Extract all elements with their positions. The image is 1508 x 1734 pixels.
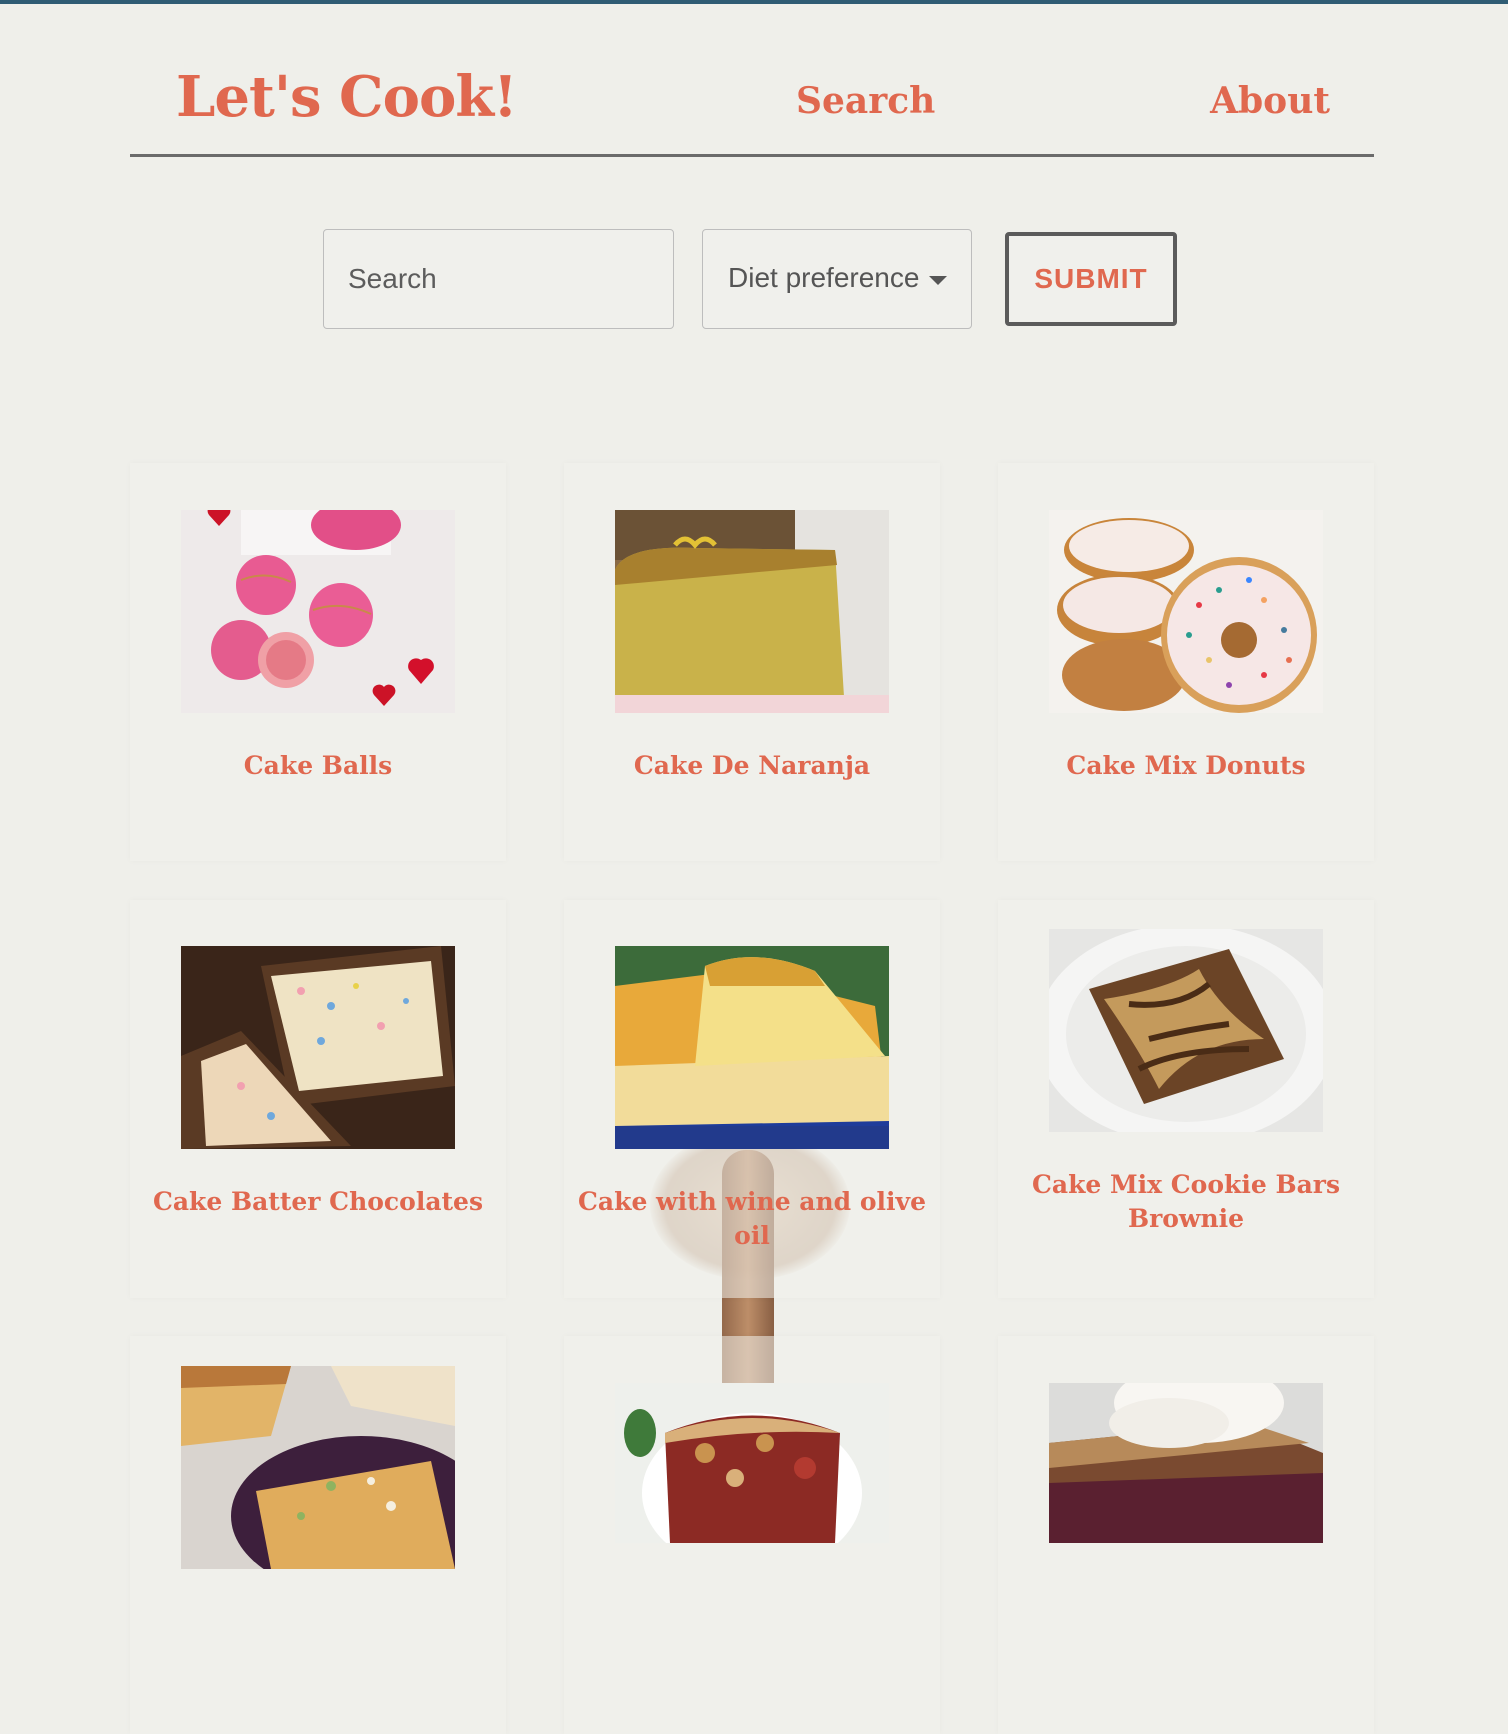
- top-accent-strip: [0, 0, 1508, 4]
- submit-button[interactable]: SUBMIT: [1005, 232, 1177, 326]
- recipe-card[interactable]: [130, 1336, 506, 1734]
- recipe-image[interactable]: [1049, 1383, 1323, 1543]
- site-logo[interactable]: Let's Cook!: [176, 64, 518, 130]
- recipe-image[interactable]: [1049, 510, 1323, 713]
- recipe-image[interactable]: [1049, 929, 1323, 1132]
- recipe-image[interactable]: [615, 510, 889, 713]
- recipe-card[interactable]: Cake Balls: [130, 463, 506, 861]
- recipe-title[interactable]: Cake Mix Cookie Bars Brownie: [998, 1168, 1374, 1236]
- recipe-card[interactable]: Cake Batter Chocolates: [130, 900, 506, 1298]
- recipe-title[interactable]: Cake Balls: [130, 749, 506, 783]
- recipe-image[interactable]: [615, 946, 889, 1149]
- chevron-down-icon: [929, 276, 947, 285]
- recipe-image[interactable]: [181, 946, 455, 1149]
- recipe-image[interactable]: [615, 1383, 889, 1543]
- diet-preference-label: Diet preference: [728, 262, 920, 293]
- recipe-image[interactable]: [181, 1366, 455, 1569]
- search-input[interactable]: [323, 229, 674, 329]
- recipe-image[interactable]: [181, 510, 455, 713]
- diet-preference-select[interactable]: Diet preference: [702, 229, 972, 329]
- nav-search-link[interactable]: Search: [796, 80, 935, 122]
- recipe-card[interactable]: Cake Mix Donuts: [998, 463, 1374, 861]
- recipe-card[interactable]: Cake De Naranja: [564, 463, 940, 861]
- site-header: Let's Cook! Search About: [130, 50, 1374, 157]
- recipe-title[interactable]: Cake Mix Donuts: [998, 749, 1374, 783]
- recipe-title[interactable]: Cake Batter Chocolates: [130, 1185, 506, 1219]
- nav-about-link[interactable]: About: [1210, 80, 1330, 122]
- recipe-card[interactable]: [998, 1336, 1374, 1734]
- recipe-card[interactable]: [564, 1336, 940, 1734]
- recipe-title[interactable]: Cake with wine and olive oil: [564, 1185, 940, 1253]
- recipe-card[interactable]: Cake Mix Cookie Bars Brownie: [998, 900, 1374, 1298]
- recipe-title[interactable]: Cake De Naranja: [564, 749, 940, 783]
- recipe-card[interactable]: Cake with wine and olive oil: [564, 900, 940, 1298]
